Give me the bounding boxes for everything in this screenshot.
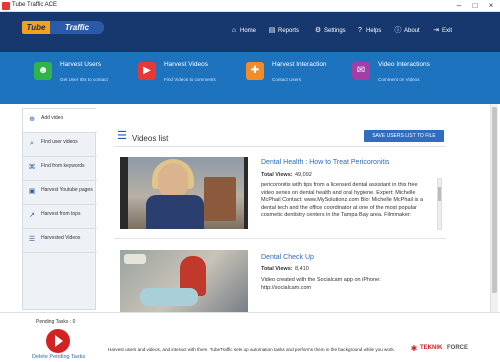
video-thumbnail[interactable] — [120, 157, 248, 229]
feature-harvest-users[interactable]: ☻ Harvest Users Get User IDs to contact — [34, 61, 144, 96]
sidebar-item-harvest-from-tops[interactable]: ↗ Harvest from tops — [23, 205, 97, 229]
views-label: Total Views: — [261, 266, 293, 272]
sidebar-item-label: Harvest from tops — [41, 211, 81, 217]
main-scrollbar[interactable] — [490, 104, 498, 314]
description-scrollbar[interactable] — [437, 178, 442, 230]
sidebar-item-label: Add video — [41, 115, 64, 121]
footer-tagline: Harvest users and videos, and interact w… — [108, 347, 395, 352]
nav-about-label: About — [404, 28, 420, 34]
feature-title: Harvest Videos — [164, 61, 208, 68]
feature-harvest-interaction[interactable]: ✚ Harvest Interaction Contact Users — [246, 61, 356, 96]
logo-part-traffic: Traffic — [50, 21, 104, 34]
window-titlebar: Tube Traffic ACE – □ × — [0, 0, 500, 12]
play-icon — [55, 335, 63, 347]
feature-subtitle: Comment on Videos — [378, 77, 420, 82]
add-video-icon: ⊕ — [29, 116, 35, 123]
feature-band: ☻ Harvest Users Get User IDs to contact … — [0, 52, 500, 104]
app-icon — [2, 2, 10, 10]
feature-video-interactions[interactable]: ✉ Video Interactions Comment on Videos — [352, 61, 462, 96]
chart-icon: ▤ — [268, 27, 276, 34]
footer: Pending Tasks : 0 Delete Pending Tasks H… — [0, 312, 500, 362]
divider — [114, 146, 446, 147]
page-title: Videos list — [132, 134, 169, 143]
video-description: Video created with the Socialcam app on … — [261, 277, 381, 291]
sidebar-item-find-user-videos[interactable]: ⌕ Find user videos — [23, 133, 97, 157]
delete-pending-tasks-link[interactable]: Delete Pending Tasks — [32, 354, 85, 360]
comment-icon: ✉ — [352, 62, 370, 80]
sidebar: ⊕ Add video ⌕ Find user videos ⌘ Find fr… — [22, 108, 97, 310]
nav-settings-label: Settings — [324, 28, 346, 34]
interaction-icon: ✚ — [246, 62, 264, 80]
keyword-icon: ⌘ — [28, 164, 36, 171]
feature-harvest-videos[interactable]: ▶ Harvest Videos Find Videos to comments — [138, 61, 248, 96]
sidebar-item-label: Find user videos — [41, 139, 78, 145]
user-icon: ☻ — [34, 62, 52, 80]
save-users-list-button[interactable]: SAVE USERS LIST TO FILE — [364, 130, 444, 142]
videos-list-icon: ☰ — [117, 130, 127, 142]
window-title: Tube Traffic ACE — [12, 2, 58, 8]
nav-reports-label: Reports — [278, 28, 300, 34]
video-title-link[interactable]: Dental Health : How to Treat Pericoronit… — [261, 159, 389, 166]
sidebar-item-find-from-keywords[interactable]: ⌘ Find from keywords — [23, 157, 97, 181]
video-icon: ▶ — [138, 62, 156, 80]
minimize-icon[interactable]: – — [452, 1, 466, 11]
youtube-icon: ▣ — [28, 188, 36, 195]
nav-helps-label: Helps — [366, 28, 382, 34]
sidebar-item-label: Harvested Videos — [41, 235, 81, 241]
brand-part1: TEKNIK — [420, 345, 443, 351]
gear-icon: ⚙ — [314, 27, 322, 34]
feature-subtitle: Find Videos to comments — [164, 77, 216, 82]
trending-icon: ↗ — [29, 212, 35, 219]
feature-title: Video Interactions — [378, 61, 430, 68]
brand-mark-icon: ✱ — [410, 344, 418, 353]
views-count: 49,092 — [295, 172, 312, 178]
scrollbar-thumb[interactable] — [438, 187, 441, 201]
maximize-icon[interactable]: □ — [468, 1, 482, 11]
views-label: Total Views: — [261, 172, 293, 178]
scrollbar-thumb[interactable] — [492, 107, 497, 293]
nav-home-label: Home — [240, 28, 257, 34]
close-icon[interactable]: × — [484, 1, 498, 11]
home-icon: ⌂ — [231, 27, 237, 34]
video-description: pericoronitis with tips from a licensed … — [261, 182, 424, 218]
sidebar-item-label: Harvest Youtube pages — [41, 187, 93, 193]
help-icon: ? — [358, 27, 362, 34]
nav-exit-label: Exit — [442, 28, 453, 34]
divider — [114, 238, 446, 239]
views-count: 8,410 — [295, 266, 309, 272]
sidebar-item-harvest-youtube-pages[interactable]: ▣ Harvest Youtube pages — [23, 181, 97, 205]
start-tasks-button[interactable] — [46, 329, 70, 353]
sidebar-item-harvested-videos[interactable]: ☰ Harvested Videos — [23, 229, 97, 253]
logo-part-tube: Tube — [22, 21, 50, 34]
pending-tasks-count: Pending Tasks : 0 — [36, 319, 76, 325]
info-icon: ⓘ — [394, 27, 402, 34]
exit-icon: ⇥ — [433, 27, 439, 34]
search-icon: ⌕ — [30, 140, 34, 147]
video-title-link[interactable]: Dental Check Up — [261, 254, 314, 261]
feature-subtitle: Contact Users — [272, 77, 302, 82]
list-icon: ☰ — [28, 236, 36, 243]
feature-title: Harvest Users — [60, 61, 102, 68]
sidebar-item-add-video[interactable]: ⊕ Add video — [23, 109, 97, 133]
brand-part2: FORCE — [447, 345, 468, 351]
feature-title: Harvest Interaction — [272, 61, 327, 68]
feature-subtitle: Get User IDs to contact — [60, 77, 108, 82]
app-header: Tube Traffic ⌂ Home ▤ Reports ⚙ Settings… — [0, 12, 500, 52]
sidebar-item-label: Find from keywords — [41, 163, 85, 169]
